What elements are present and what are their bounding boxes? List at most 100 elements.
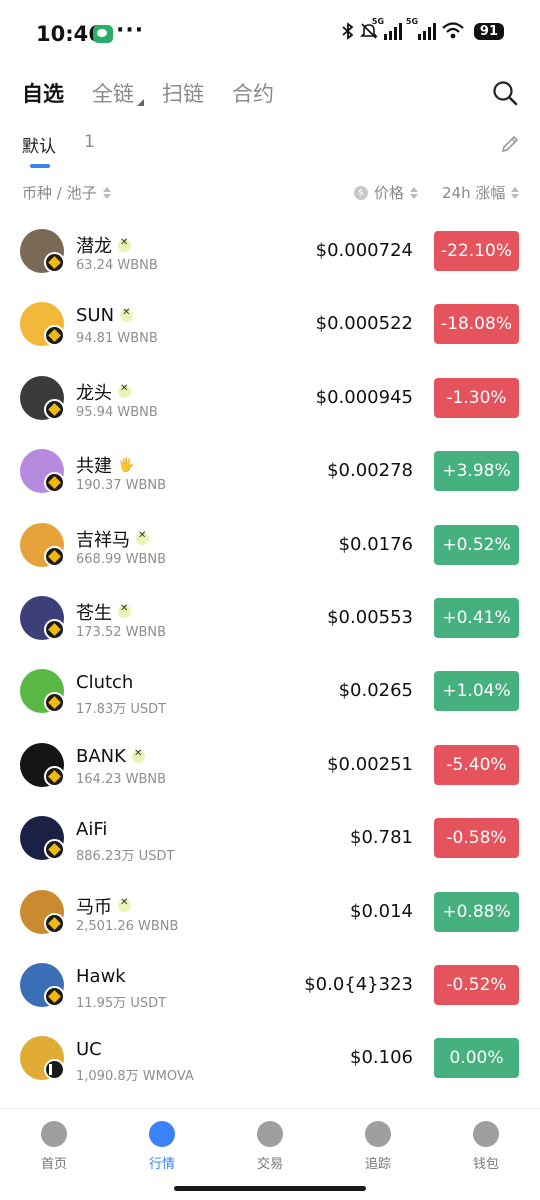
token-name: AiFi <box>76 819 108 841</box>
token-name-line: Clutch <box>76 672 133 693</box>
token-pool-liquidity: 17.83万 USDT <box>76 702 167 718</box>
verified-badge-icon <box>118 237 131 252</box>
compass-icon <box>365 1121 391 1147</box>
tab-all-chains[interactable]: 全链 <box>92 78 144 108</box>
token-price: $0.014 <box>350 900 413 922</box>
token-price: $0.0265 <box>338 680 413 702</box>
wifi-icon <box>442 22 464 39</box>
bnb-chain-icon <box>44 765 65 787</box>
token-pool-liquidity: 886.23万 USDT <box>76 849 175 865</box>
tab-scan-chain[interactable]: 扫链 <box>162 78 210 108</box>
token-row[interactable]: 共建 🖐 190.37 WBNB $0.00278 +3.98% <box>0 434 540 507</box>
verified-badge-icon <box>118 897 131 913</box>
token-row[interactable]: 苍生173.52 WBNB $0.00553 +0.41% <box>0 581 540 654</box>
token-name: 潜龙 <box>76 236 112 257</box>
column-header-price[interactable]: $ 价格 <box>354 182 419 203</box>
token-name-line: 共建 🖐 <box>76 452 134 478</box>
verified-badge-icon <box>136 530 149 546</box>
market-icon <box>149 1121 175 1147</box>
price-change-badge[interactable]: -1.30% <box>434 377 519 418</box>
token-name: SUN <box>76 305 115 327</box>
token-row[interactable]: Hawk 11.95万 USDT $0.0{4}323 -0.52% <box>0 948 540 1021</box>
verified-badge-icon <box>118 603 131 619</box>
token-name-line: 苍生 <box>76 599 131 625</box>
price-change-badge[interactable]: -0.52% <box>434 964 519 1005</box>
bnb-chain-icon <box>44 545 65 567</box>
token-pool-liquidity: 164.23 WBNB <box>76 771 167 787</box>
hand-badge-icon: 🖐 <box>118 457 135 473</box>
token-row[interactable]: UC 1,090.8万 WMOVA $0.106 0.00% <box>0 1021 540 1094</box>
token-price: $0.781 <box>350 827 413 849</box>
signal-icon-1: 5G <box>372 17 402 40</box>
token-name-line: SUN <box>76 305 134 327</box>
token-row[interactable]: 马币2,501.26 WBNB $0.014 +0.88% <box>0 875 540 948</box>
token-name-line: 马币 <box>76 893 131 919</box>
edit-pencil-icon[interactable] <box>500 134 520 154</box>
token-pool-liquidity: 173.52 WBNB <box>76 624 167 640</box>
column-header-change[interactable]: 24h 涨幅 <box>442 182 520 203</box>
token-row[interactable]: SUN 94.81 WBNB $0.000522 -18.08% <box>0 287 540 360</box>
sort-arrows-icon <box>410 186 419 199</box>
nav-label: 首页 <box>40 1157 67 1172</box>
token-name-line: 吉祥马 <box>76 526 149 552</box>
token-pool-liquidity: 1,090.8万 WMOVA <box>76 1069 194 1085</box>
token-name: Hawk <box>76 965 126 987</box>
token-price: $0.000522 <box>315 313 413 335</box>
token-row[interactable]: AiFi 886.23万 USDT $0.781 -0.58% <box>0 801 540 874</box>
price-change-badge[interactable]: -22.10% <box>434 231 519 271</box>
token-pool-liquidity: 94.81 WBNB <box>76 331 158 347</box>
token-price: $0.000945 <box>315 386 413 408</box>
battery-indicator: 91 <box>473 22 504 40</box>
nav-label: 钱包 <box>472 1157 499 1172</box>
token-row[interactable]: BANK 164.23 WBNB $0.00251 -5.40% <box>0 728 540 801</box>
token-name: BANK <box>76 745 126 767</box>
subtab-group-1[interactable]: 1 <box>84 132 95 157</box>
network-type-label: 5G <box>371 17 385 26</box>
search-icon[interactable] <box>492 80 518 106</box>
token-pool-liquidity: 2,501.26 WBNB <box>76 918 179 934</box>
token-pool-liquidity: 668.99 WBNB <box>76 551 167 567</box>
token-name-line: Hawk <box>76 966 126 987</box>
price-change-badge[interactable]: 0.00% <box>434 1038 519 1079</box>
price-change-badge[interactable]: +0.52% <box>434 524 519 565</box>
token-price: $0.000724 <box>315 240 413 261</box>
price-change-badge[interactable]: -18.08% <box>434 304 519 345</box>
sub-tab-bar: 默认 1 <box>22 132 95 168</box>
token-name: 马币 <box>76 896 112 918</box>
price-change-badge[interactable]: +3.98% <box>434 451 519 492</box>
tab-all-chains-label: 全链 <box>92 82 134 106</box>
token-price: $0.106 <box>350 1047 413 1069</box>
price-change-badge[interactable]: +0.88% <box>434 891 519 932</box>
tab-contracts[interactable]: 合约 <box>232 78 280 108</box>
nav-item-home[interactable]: 首页 <box>0 1109 108 1200</box>
token-pool-liquidity: 63.24 WBNB <box>76 258 158 273</box>
column-header-pair[interactable]: 币种 / 池子 <box>22 182 111 203</box>
column-change-label: 24h 涨幅 <box>442 184 506 202</box>
currency-coin-icon: $ <box>354 185 368 200</box>
token-row[interactable]: 潜龙63.24 WBNB $0.000724 -22.10% <box>0 214 540 287</box>
token-price: $0.0176 <box>338 533 413 555</box>
price-change-badge[interactable]: -0.58% <box>434 818 519 859</box>
token-row[interactable]: 龙头95.94 WBNB $0.000945 -1.30% <box>0 361 540 434</box>
home-indicator <box>174 1186 366 1191</box>
subtab-default[interactable]: 默认 <box>22 132 56 168</box>
token-name-line: UC <box>76 1039 102 1060</box>
nav-item-wallet[interactable]: 钱包 <box>432 1109 540 1200</box>
token-row[interactable]: 吉祥马668.99 WBNB $0.0176 +0.52% <box>0 508 540 581</box>
bnb-chain-icon <box>44 472 65 494</box>
sort-arrows-icon <box>102 186 111 199</box>
column-pair-label: 币种 / 池子 <box>22 184 97 202</box>
tab-watchlist[interactable]: 自选 <box>22 78 70 108</box>
price-change-badge[interactable]: +0.41% <box>434 597 519 638</box>
token-pool-liquidity: 11.95万 USDT <box>76 995 167 1011</box>
bnb-chain-icon <box>44 325 65 347</box>
token-row[interactable]: Clutch 17.83万 USDT $0.0265 +1.04% <box>0 654 540 727</box>
price-change-badge[interactable]: +1.04% <box>434 671 519 712</box>
verified-badge-icon <box>120 307 134 323</box>
token-name: 苍生 <box>76 602 112 624</box>
price-change-badge[interactable]: -5.40% <box>434 744 519 785</box>
status-bar: 10:46 ··· 5G 5G 91 <box>0 0 540 70</box>
token-price: $0.0{4}323 <box>304 973 413 995</box>
signal-icon-2: 5G <box>406 17 436 40</box>
nav-label: 追踪 <box>364 1157 391 1172</box>
